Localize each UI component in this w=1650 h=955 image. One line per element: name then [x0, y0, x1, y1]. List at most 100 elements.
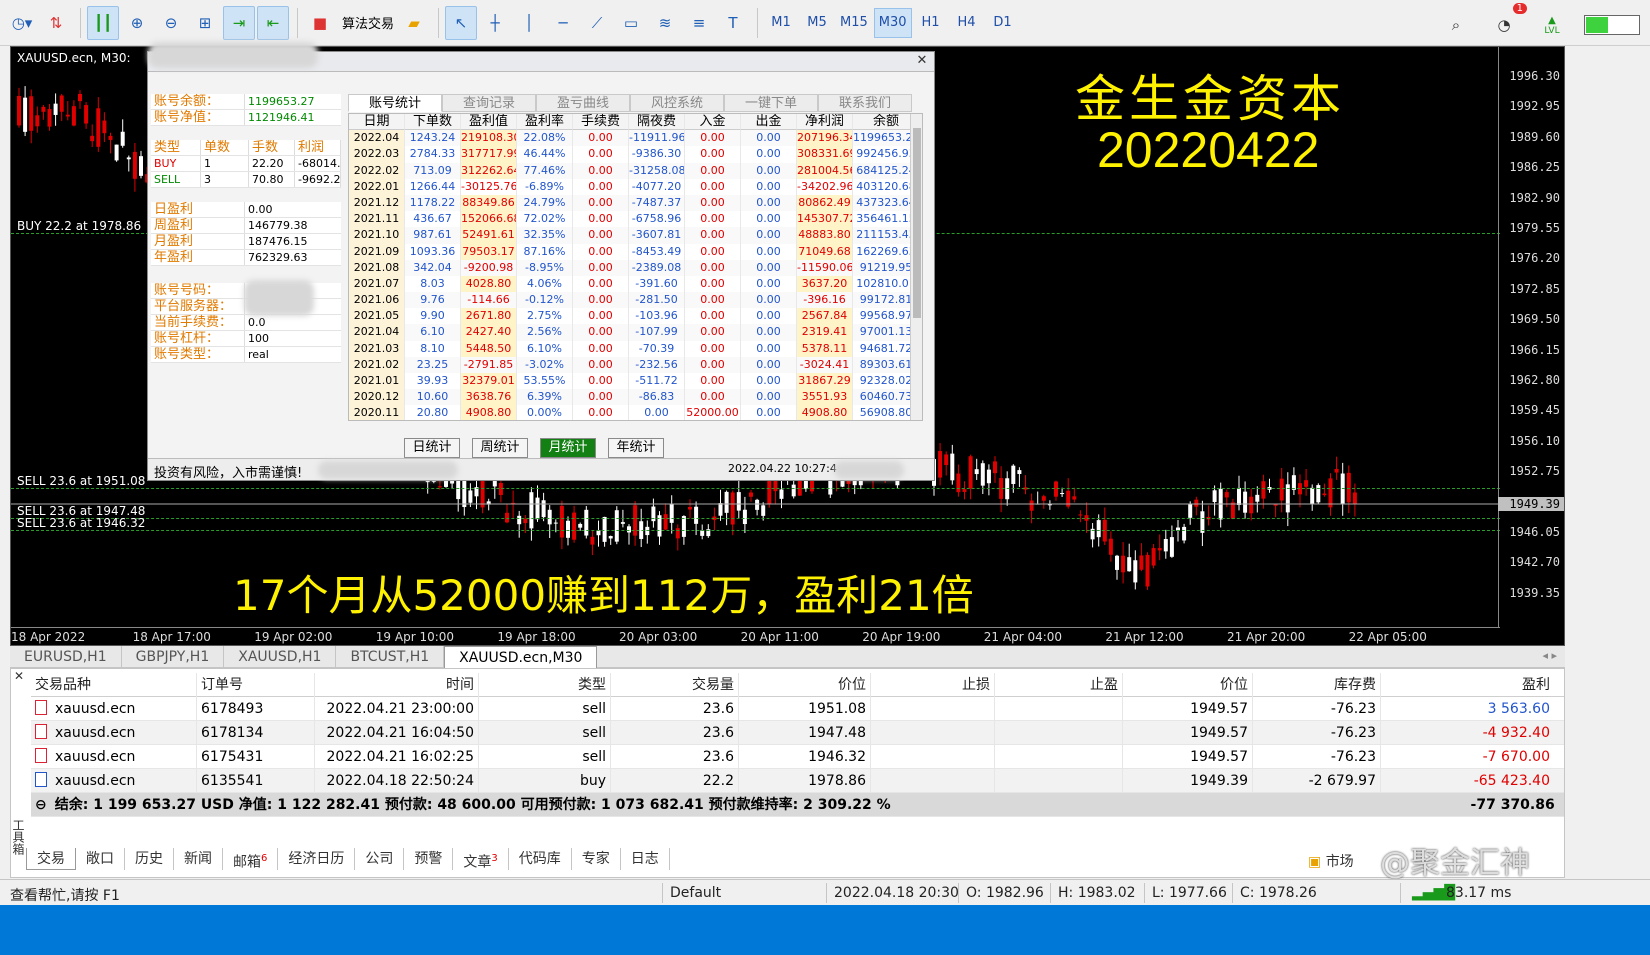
stats-cell: 2021.07	[349, 275, 405, 293]
toolbox-tab[interactable]: 敞口	[76, 848, 125, 870]
close-icon[interactable]: ✕	[914, 53, 930, 69]
toolbox-tab[interactable]: 经济日历	[278, 848, 356, 870]
tab-scroll-arrows[interactable]: ◂ ▸	[1542, 649, 1557, 662]
trade-cell-type: sell	[479, 744, 611, 769]
time-tick: 21 Apr 12:00	[1105, 630, 1184, 644]
candlestick-icon[interactable]: ┃┃	[87, 5, 119, 40]
trade-row[interactable]: xauusd.ecn 6178134 2022.04.21 16:04:50 sell…	[31, 720, 1564, 745]
candle-body	[584, 509, 589, 536]
trade-row[interactable]: xauusd.ecn 6178493 2022.04.21 23:00:00 sell…	[31, 696, 1564, 721]
clock-icon[interactable]: ◷▾	[6, 6, 38, 40]
period-button[interactable]: 周统计	[472, 438, 528, 458]
dialog-tab[interactable]: 联系我们	[818, 94, 912, 112]
timeframe-h4[interactable]: H4	[950, 8, 984, 38]
trade-cell-tp	[995, 696, 1123, 721]
zoom-out-icon[interactable]: ⊖	[155, 6, 187, 40]
toolbox-tab[interactable]: 预警	[404, 848, 454, 870]
profit-row: 日盈利 0.00	[151, 202, 341, 218]
toolbox-tab-label: 文章	[463, 854, 492, 871]
toolbox-tab[interactable]: 代码库	[509, 848, 572, 870]
lvl-icon[interactable]: ▲ LVL	[1536, 8, 1568, 42]
toolbox-tab-label: 历史	[135, 851, 163, 867]
chart-tab[interactable]: BTCUST,H1	[336, 646, 445, 668]
toolbox-tab[interactable]: 日志	[621, 848, 670, 870]
chart-tab[interactable]: GBPJPY,H1	[122, 646, 225, 668]
trade-header-cell: 盈利	[1522, 676, 1550, 693]
algo-trading-icon[interactable]: ■	[304, 6, 336, 40]
toolbox-tab[interactable]: 文章3	[453, 848, 509, 871]
dialog-tab[interactable]: 一键下单	[724, 94, 818, 112]
timeframe-m15[interactable]: M15	[836, 8, 872, 38]
timeframe-d1[interactable]: D1	[986, 8, 1020, 38]
stats-cell: 0.00	[573, 356, 629, 373]
toolbox-tab[interactable]: 交易	[26, 848, 76, 870]
dialog-tab[interactable]: 盈亏曲线	[536, 94, 630, 112]
grid-icon[interactable]: ⊞	[189, 6, 221, 40]
period-button[interactable]: 月统计	[540, 438, 596, 458]
horizontal-line-icon[interactable]: ─	[547, 6, 579, 40]
dialog-tab[interactable]: 查询记录	[442, 94, 536, 112]
shapes-icon[interactable]: ≡	[683, 6, 715, 40]
zoom-in-icon[interactable]: ⊕	[121, 6, 153, 40]
timeframe-m1[interactable]: M1	[764, 8, 798, 38]
stats-cell: 317717.99	[461, 146, 517, 163]
stats-cell: -3.02%	[517, 356, 573, 373]
close-icon[interactable]: ✕	[11, 669, 27, 685]
dialog-tab[interactable]: 账号统计	[348, 94, 442, 112]
trade-header-cell: 价位	[1123, 672, 1253, 697]
candle-body	[1017, 470, 1022, 475]
toolbox-tab[interactable]: 专家	[572, 848, 621, 870]
chart-tab[interactable]: XAUUSD.ecn,M30	[444, 646, 598, 668]
one-click-trading-icon[interactable]: ⇅	[40, 6, 72, 40]
stats-cell: 3637.20	[797, 275, 853, 293]
trade-cell-swap: -2 679.97	[1253, 768, 1381, 793]
toolbox-tab-label: 邮箱	[233, 854, 261, 871]
algo-trading-button[interactable]: 算法交易	[338, 13, 398, 32]
fibonacci-icon[interactable]: ≋	[649, 6, 681, 40]
trade-row[interactable]: xauusd.ecn 6135541 2022.04.18 22:50:24 buy 2…	[31, 768, 1564, 793]
scrollbar-thumb[interactable]	[913, 128, 921, 318]
chart-tab[interactable]: XAUUSD,H1	[224, 646, 337, 668]
dialog-tabs: 账号统计 查询记录 盈亏曲线 风控系统 一键下单 联系我们	[348, 94, 912, 112]
candle-body	[694, 506, 699, 524]
folder-icon[interactable]: ▰	[398, 6, 430, 40]
market-button[interactable]: ▣ 市场	[1308, 851, 1354, 871]
timeframe-h1[interactable]: H1	[914, 8, 948, 38]
ping-value: 83.17 ms	[1446, 885, 1512, 901]
timeframe-m5[interactable]: M5	[800, 8, 834, 38]
toolbox-tab[interactable]: 邮箱6	[223, 848, 279, 871]
trendline-icon[interactable]: ⟋	[581, 6, 613, 40]
period-button[interactable]: 年统计	[608, 438, 664, 458]
stats-cell: -7487.37	[629, 194, 685, 212]
trade-header-cell: 时间	[315, 672, 479, 697]
search-icon[interactable]: ⌕	[1440, 8, 1472, 42]
profile-name[interactable]: Default	[670, 885, 721, 901]
vertical-line-icon[interactable]: │	[513, 6, 545, 40]
collapse-icon[interactable]: ⊖	[31, 793, 51, 817]
candle-body	[84, 105, 89, 124]
chart-tab[interactable]: EURUSD,H1	[10, 646, 122, 668]
dialog-tab[interactable]: 风控系统	[630, 94, 724, 112]
stats-cell: 5378.11	[797, 340, 853, 357]
trade-cell-ticket: 6135541	[197, 768, 315, 793]
toolbox-tab[interactable]: 公司	[355, 848, 405, 870]
autoscroll-icon[interactable]: ⇥	[223, 5, 255, 40]
toolbox-tab[interactable]: 历史	[125, 848, 174, 870]
stats-scrollbar[interactable]	[910, 114, 922, 420]
stats-cell: 0.00	[741, 340, 797, 357]
trade-row[interactable]: xauusd.ecn 6175431 2022.04.21 16:02:25 sell…	[31, 744, 1564, 769]
chart-shift-icon[interactable]: ⇤	[257, 5, 289, 40]
toolbox-tab-badge: 3	[491, 853, 498, 864]
chart-title: XAUUSD.ecn, M30:	[17, 51, 131, 65]
stats-header-cell: 入金	[685, 114, 741, 131]
toolbox-tab[interactable]: 新闻	[174, 848, 223, 870]
crosshair-icon[interactable]: ┼	[479, 6, 511, 40]
timeframe-m30[interactable]: M30	[873, 7, 912, 38]
status-divider	[1400, 883, 1401, 903]
channel-icon[interactable]: ▭	[615, 6, 647, 40]
notifications-icon[interactable]: ◔ 1	[1488, 3, 1527, 42]
text-icon[interactable]: T	[717, 6, 749, 40]
stats-cell: 0.00	[741, 243, 797, 260]
period-button[interactable]: 日统计	[404, 438, 460, 458]
cursor-icon[interactable]: ↖	[445, 5, 478, 40]
